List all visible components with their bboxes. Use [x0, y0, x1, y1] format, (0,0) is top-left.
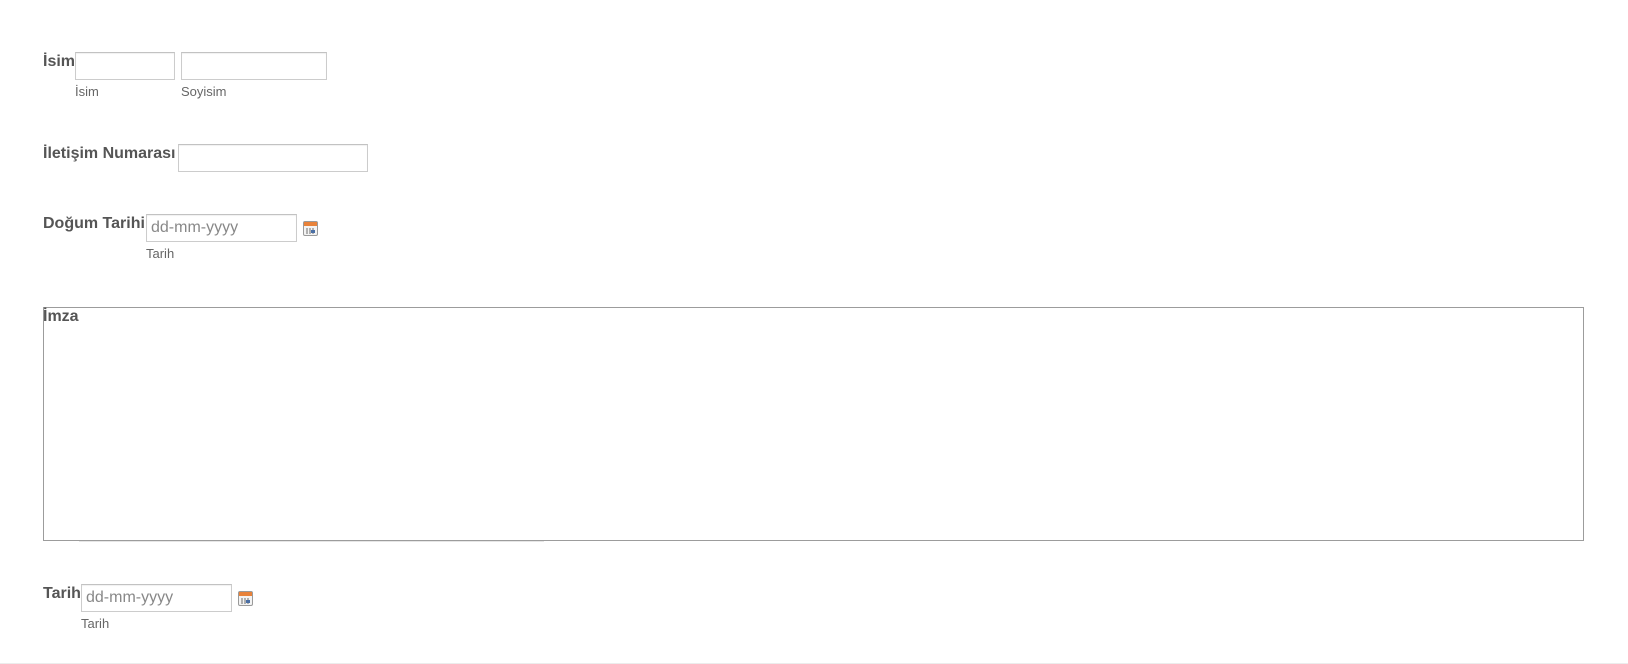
calendar-icon[interactable]: [303, 221, 318, 236]
last-name-sublabel: Soyisim: [181, 84, 227, 99]
date-input[interactable]: [81, 584, 232, 612]
date-sublabel: Tarih: [81, 616, 110, 631]
signature-baseline: [79, 541, 544, 542]
birth-date-label: Doğum Tarihi: [43, 215, 145, 232]
name-label: İsim: [43, 53, 76, 70]
birth-date-sublabel: Tarih: [146, 246, 175, 261]
first-name-sublabel: İsim: [75, 84, 99, 99]
phone-input[interactable]: [178, 144, 368, 172]
phone-label: İletişim Numarası: [43, 145, 176, 162]
date-label: Tarih: [43, 585, 81, 602]
signature-label: İmza: [43, 308, 79, 325]
last-name-input[interactable]: [181, 52, 327, 80]
calendar-icon[interactable]: [238, 591, 253, 606]
signature-pad[interactable]: [43, 307, 1584, 542]
first-name-input[interactable]: [75, 52, 175, 80]
birth-date-input[interactable]: [146, 214, 297, 242]
